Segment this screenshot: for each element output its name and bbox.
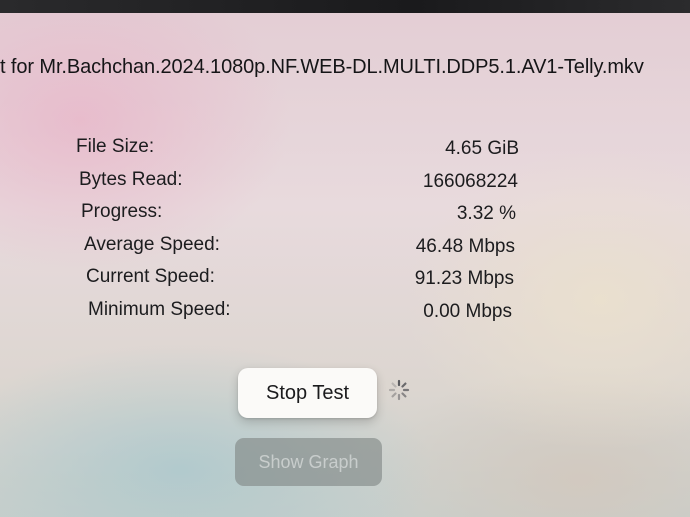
show-graph-button[interactable]: Show Graph: [235, 438, 382, 486]
stat-row-progress: Progress: 3.32 %: [76, 197, 520, 230]
stats-list: File Size: 4.65 GiB Bytes Read: 16606822…: [76, 132, 520, 327]
stat-label: File Size:: [76, 136, 155, 157]
page-title: t for Mr.Bachchan.2024.1080p.NF.WEB-DL.M…: [0, 56, 644, 78]
stat-row-file-size: File Size: 4.65 GiB: [76, 132, 520, 165]
stat-value: 4.65 GiB: [445, 138, 519, 159]
activity-spinner-icon: [388, 379, 410, 401]
top-bezel: [0, 0, 690, 13]
stat-row-current-speed: Current Speed: 91.23 Mbps: [76, 262, 520, 295]
stat-value: 91.23 Mbps: [414, 268, 514, 289]
stat-value: 0.00 Mbps: [423, 300, 512, 322]
stat-label: Minimum Speed:: [88, 298, 231, 320]
stat-value: 3.32 %: [456, 203, 516, 224]
stat-label: Progress:: [81, 201, 163, 222]
stop-test-button[interactable]: Stop Test: [238, 368, 377, 418]
stat-label: Current Speed:: [86, 266, 215, 287]
stat-label: Average Speed:: [84, 233, 220, 255]
stat-row-average-speed: Average Speed: 46.48 Mbps: [76, 230, 520, 263]
stat-label: Bytes Read:: [79, 168, 183, 190]
stat-row-bytes-read: Bytes Read: 166068224: [76, 165, 520, 198]
stat-row-minimum-speed: Minimum Speed: 0.00 Mbps: [76, 295, 520, 328]
stat-value: 46.48 Mbps: [415, 235, 515, 257]
stat-value: 166068224: [422, 170, 518, 192]
